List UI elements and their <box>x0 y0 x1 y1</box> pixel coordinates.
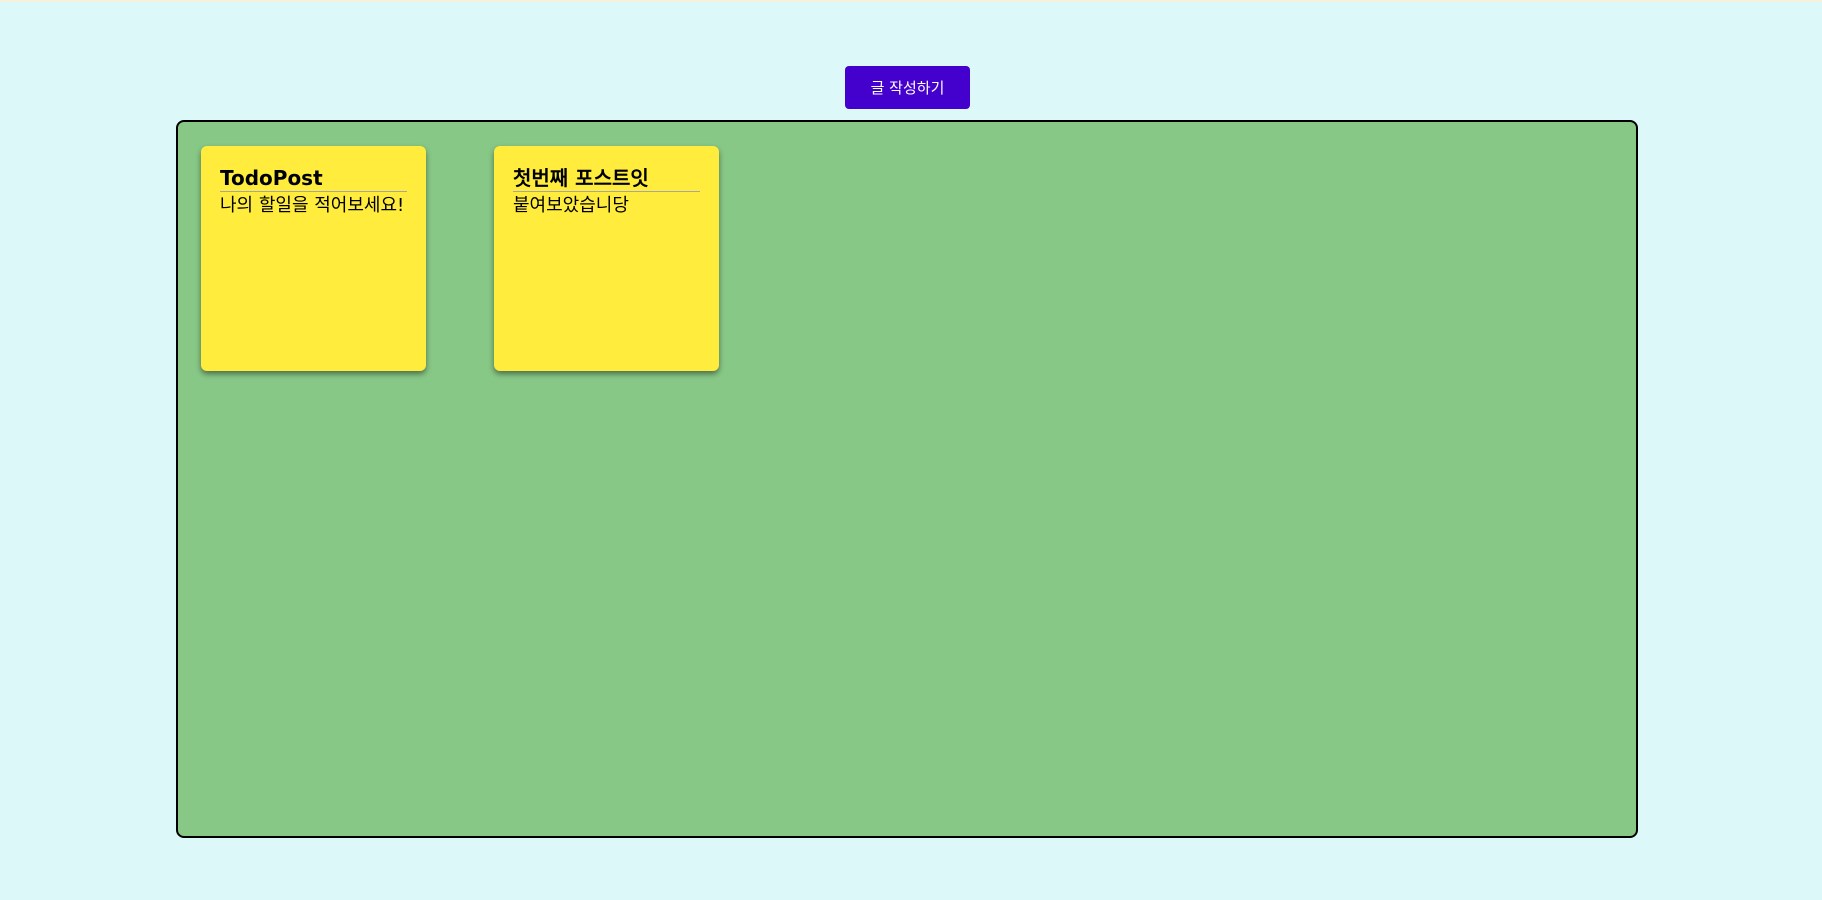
postit-board: TodoPost 나의 할일을 적어보세요! 첫번째 포스트잇 붙여보았습니당 <box>176 120 1638 838</box>
write-post-button[interactable]: 글 작성하기 <box>845 66 970 109</box>
postit-note-body: 나의 할일을 적어보세요! <box>220 195 405 216</box>
postit-note-body: 붙여보았습니당 <box>513 195 629 216</box>
postit-note-title: 첫번째 포스트잇 <box>513 166 700 192</box>
top-edge-line <box>0 0 1822 2</box>
postit-note-title: TodoPost <box>220 166 407 192</box>
postit-note[interactable]: TodoPost 나의 할일을 적어보세요! <box>201 146 426 371</box>
postit-note[interactable]: 첫번째 포스트잇 붙여보았습니당 <box>494 146 719 371</box>
